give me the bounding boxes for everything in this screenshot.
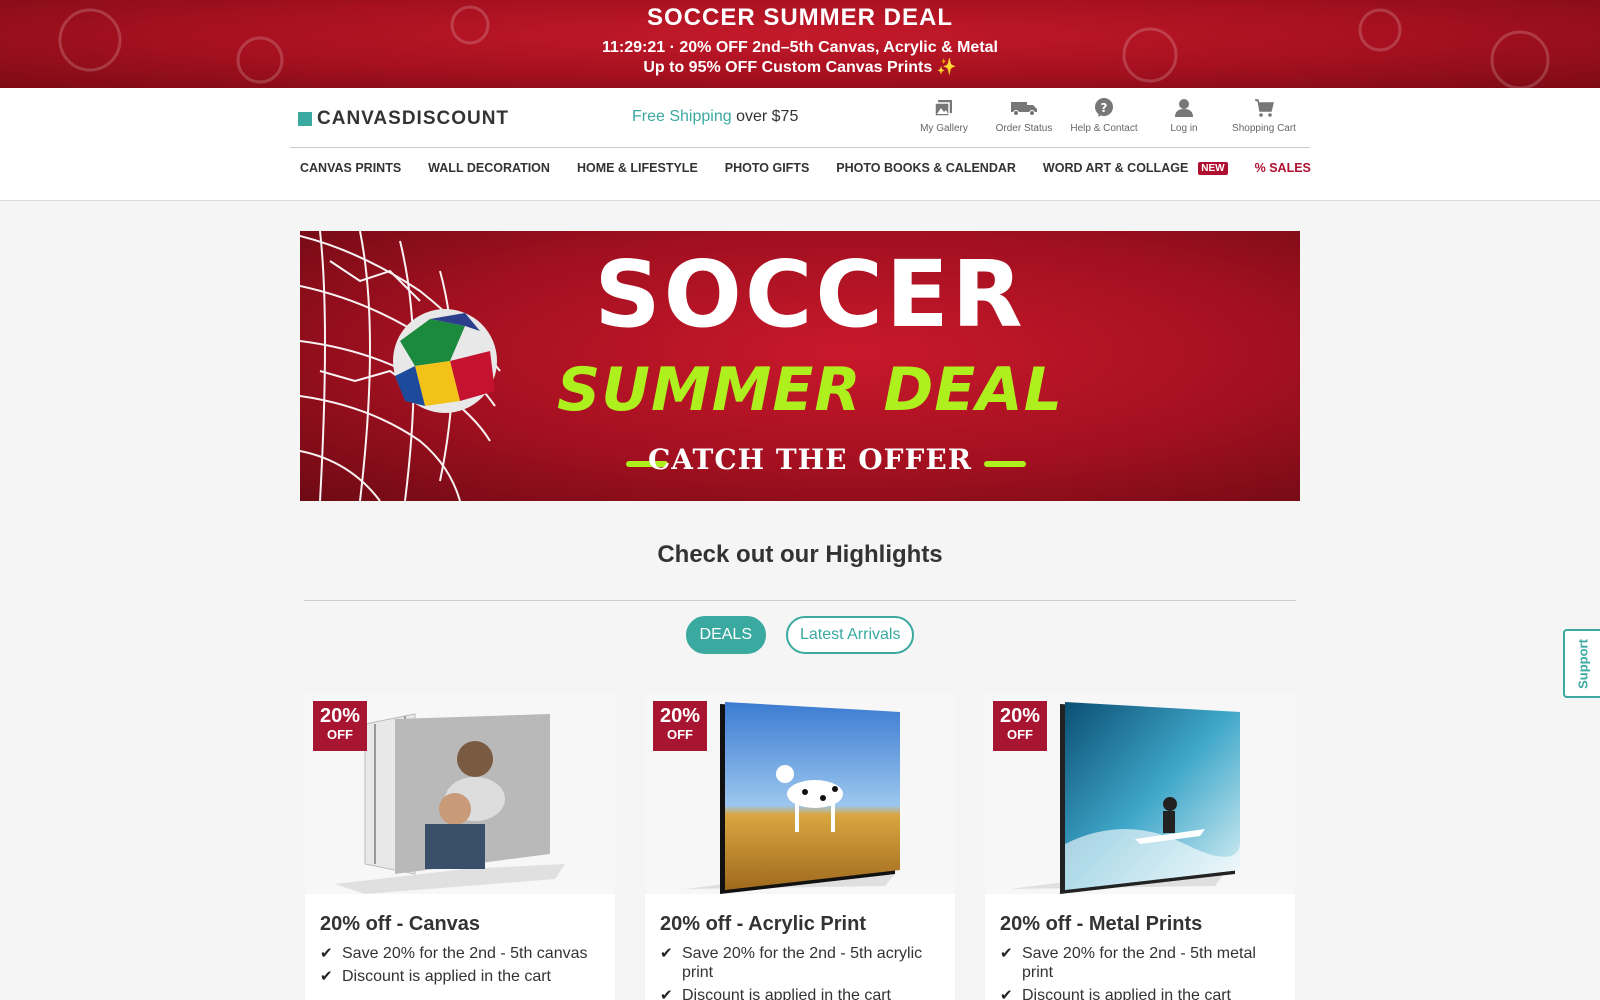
card-bullet-text: Save 20% for the 2nd - 5th canvas (342, 945, 588, 962)
discount-badge: 20% OFF (653, 701, 707, 751)
help-icon: ? (1095, 98, 1113, 117)
nav-photo-books-calendar[interactable]: PHOTO BOOKS & CALENDAR (836, 161, 1016, 175)
card-title: 20% off - Canvas (320, 913, 481, 935)
header-tools: My Gallery Order Status ? Help & Contact… (904, 98, 1304, 134)
my-gallery-label: My Gallery (920, 123, 968, 134)
discount-badge: 20% OFF (313, 701, 367, 751)
nav-word-art-collage-label: WORD ART & COLLAGE (1042, 161, 1189, 175)
shopping-cart-label: Shopping Cart (1232, 123, 1296, 134)
hero-title: SOCCER (594, 241, 1026, 348)
card-bullet: ✔ Save 20% for the 2nd - 5th metal print (1000, 944, 1280, 982)
card-bullets: ✔ Save 20% for the 2nd - 5th acrylic prin… (660, 944, 940, 1000)
discount-badge-percent: 20% (999, 705, 1041, 727)
free-shipping-notice[interactable]: Free Shipping over $75 (632, 108, 798, 126)
nav-wall-decoration[interactable]: WALL DECORATION (428, 161, 550, 175)
check-icon: ✔ (320, 945, 333, 962)
card-bullet: ✔ Discount is applied in the cart (660, 986, 940, 1000)
card-title: 20% off - Acrylic Print (660, 913, 866, 935)
svg-text:?: ? (1101, 101, 1108, 115)
help-contact-link[interactable]: ? Help & Contact (1064, 98, 1144, 134)
canvas-product-image: 20% OFF (305, 694, 615, 894)
my-gallery-link[interactable]: My Gallery (904, 98, 984, 134)
deal-card-metal[interactable]: 20% OFF 20% off - Metal Prints ✔ Save 20%… (985, 694, 1295, 1000)
new-badge: NEW (1198, 161, 1228, 175)
card-bullet: ✔ Discount is applied in the cart (1000, 986, 1280, 1000)
card-bullet: ✔ Discount is applied in the cart (320, 967, 600, 986)
discount-badge-off: OFF (1007, 727, 1033, 742)
discount-badge-percent: 20% (319, 705, 361, 727)
card-bullet-text: Save 20% for the 2nd - 5th acrylic print (682, 945, 923, 981)
truck-icon (1011, 102, 1037, 116)
card-bullet-text: Discount is applied in the cart (682, 987, 891, 1000)
card-bullet: ✔ Save 20% for the 2nd - 5th canvas (320, 944, 600, 963)
highlights-title: Check out our Highlights (657, 541, 943, 568)
discount-badge-off: OFF (327, 727, 353, 742)
card-bullet-text: Save 20% for the 2nd - 5th metal print (1022, 945, 1256, 981)
promo-discount-line: Up to 95% OFF Custom Canvas Prints ✨ (643, 59, 957, 76)
check-icon: ✔ (1000, 987, 1013, 1000)
deal-card-acrylic[interactable]: 20% OFF 20% off - Acrylic Print ✔ Save 20… (645, 694, 955, 1000)
deal-card-canvas[interactable]: 20% OFF 20% off - Canvas ✔ Save 20% for t… (305, 694, 615, 1000)
discount-badge-off: OFF (667, 727, 693, 742)
gallery-icon (934, 100, 952, 117)
login-link[interactable]: Log in (1144, 98, 1224, 134)
order-status-label: Order Status (995, 123, 1053, 134)
hero-subtitle: SUMMER DEAL (557, 355, 1063, 425)
check-icon: ✔ (660, 945, 673, 962)
site-header: CANVASDISCOUNT Free Shipping over $75 My… (0, 88, 1600, 201)
tab-latest-arrivals[interactable]: Latest Arrivals (785, 616, 915, 654)
discount-badge: 20% OFF (993, 701, 1047, 751)
nav-canvas-prints[interactable]: CANVAS PRINTS (300, 161, 401, 175)
header-top-bar: CANVASDISCOUNT Free Shipping over $75 My… (290, 88, 1310, 148)
logo-square-icon (298, 112, 312, 126)
hero-cta: CATCH THE OFFER (648, 443, 972, 476)
promo-title: SOCCER SUMMER DEAL (646, 4, 953, 31)
help-contact-label: Help & Contact (1070, 123, 1138, 134)
check-icon: ✔ (1000, 945, 1013, 962)
acrylic-product-image: 20% OFF (645, 694, 955, 894)
tab-deals[interactable]: DEALS (685, 616, 766, 654)
hero-banner[interactable]: SOCCER SUMMER DEAL CATCH THE OFFER (300, 231, 1300, 501)
card-bullets: ✔ Save 20% for the 2nd - 5th metal print … (1000, 944, 1280, 1000)
nav-sales[interactable]: % SALES (1255, 161, 1311, 175)
highlight-tabs: DEALS Latest Arrivals (0, 616, 1600, 654)
check-icon: ✔ (320, 968, 333, 985)
metal-product-image: 20% OFF (985, 694, 1295, 894)
nav-word-art-collage[interactable]: WORD ART & COLLAGE NEW (1043, 161, 1228, 175)
site-logo[interactable]: CANVASDISCOUNT (298, 108, 509, 130)
cart-icon (1255, 99, 1274, 117)
free-shipping-highlight: Free Shipping (632, 108, 732, 125)
user-icon (1175, 99, 1193, 117)
highlights-divider (304, 600, 1296, 601)
card-bullet-text: Discount is applied in the cart (342, 968, 551, 985)
free-shipping-rest: over $75 (736, 108, 799, 125)
support-label: Support (1575, 638, 1591, 689)
login-label: Log in (1170, 123, 1198, 134)
nav-home-lifestyle[interactable]: HOME & LIFESTYLE (577, 161, 698, 175)
main-nav: CANVAS PRINTS WALL DECORATION HOME & LIF… (300, 161, 1338, 175)
hero-dash-right (984, 461, 1026, 467)
card-bullet: ✔ Save 20% for the 2nd - 5th acrylic prin… (660, 944, 940, 982)
nav-photo-gifts[interactable]: PHOTO GIFTS (725, 161, 810, 175)
card-bullets: ✔ Save 20% for the 2nd - 5th canvas ✔ Disc… (320, 944, 600, 990)
promo-banner[interactable]: SOCCER SUMMER DEAL 11:29:21 · 20% OFF 2n… (0, 0, 1600, 88)
support-tab[interactable]: Support (1563, 629, 1600, 698)
check-icon: ✔ (660, 987, 673, 1000)
logo-text: CANVASDISCOUNT (317, 108, 510, 129)
promo-countdown-line: 11:29:21 · 20% OFF 2nd–5th Canvas, Acryl… (601, 39, 998, 56)
discount-badge-percent: 20% (659, 705, 701, 727)
card-title: 20% off - Metal Prints (1000, 913, 1203, 935)
card-bullet-text: Discount is applied in the cart (1022, 987, 1231, 1000)
order-status-link[interactable]: Order Status (984, 98, 1064, 134)
shopping-cart-link[interactable]: Shopping Cart (1224, 98, 1304, 134)
